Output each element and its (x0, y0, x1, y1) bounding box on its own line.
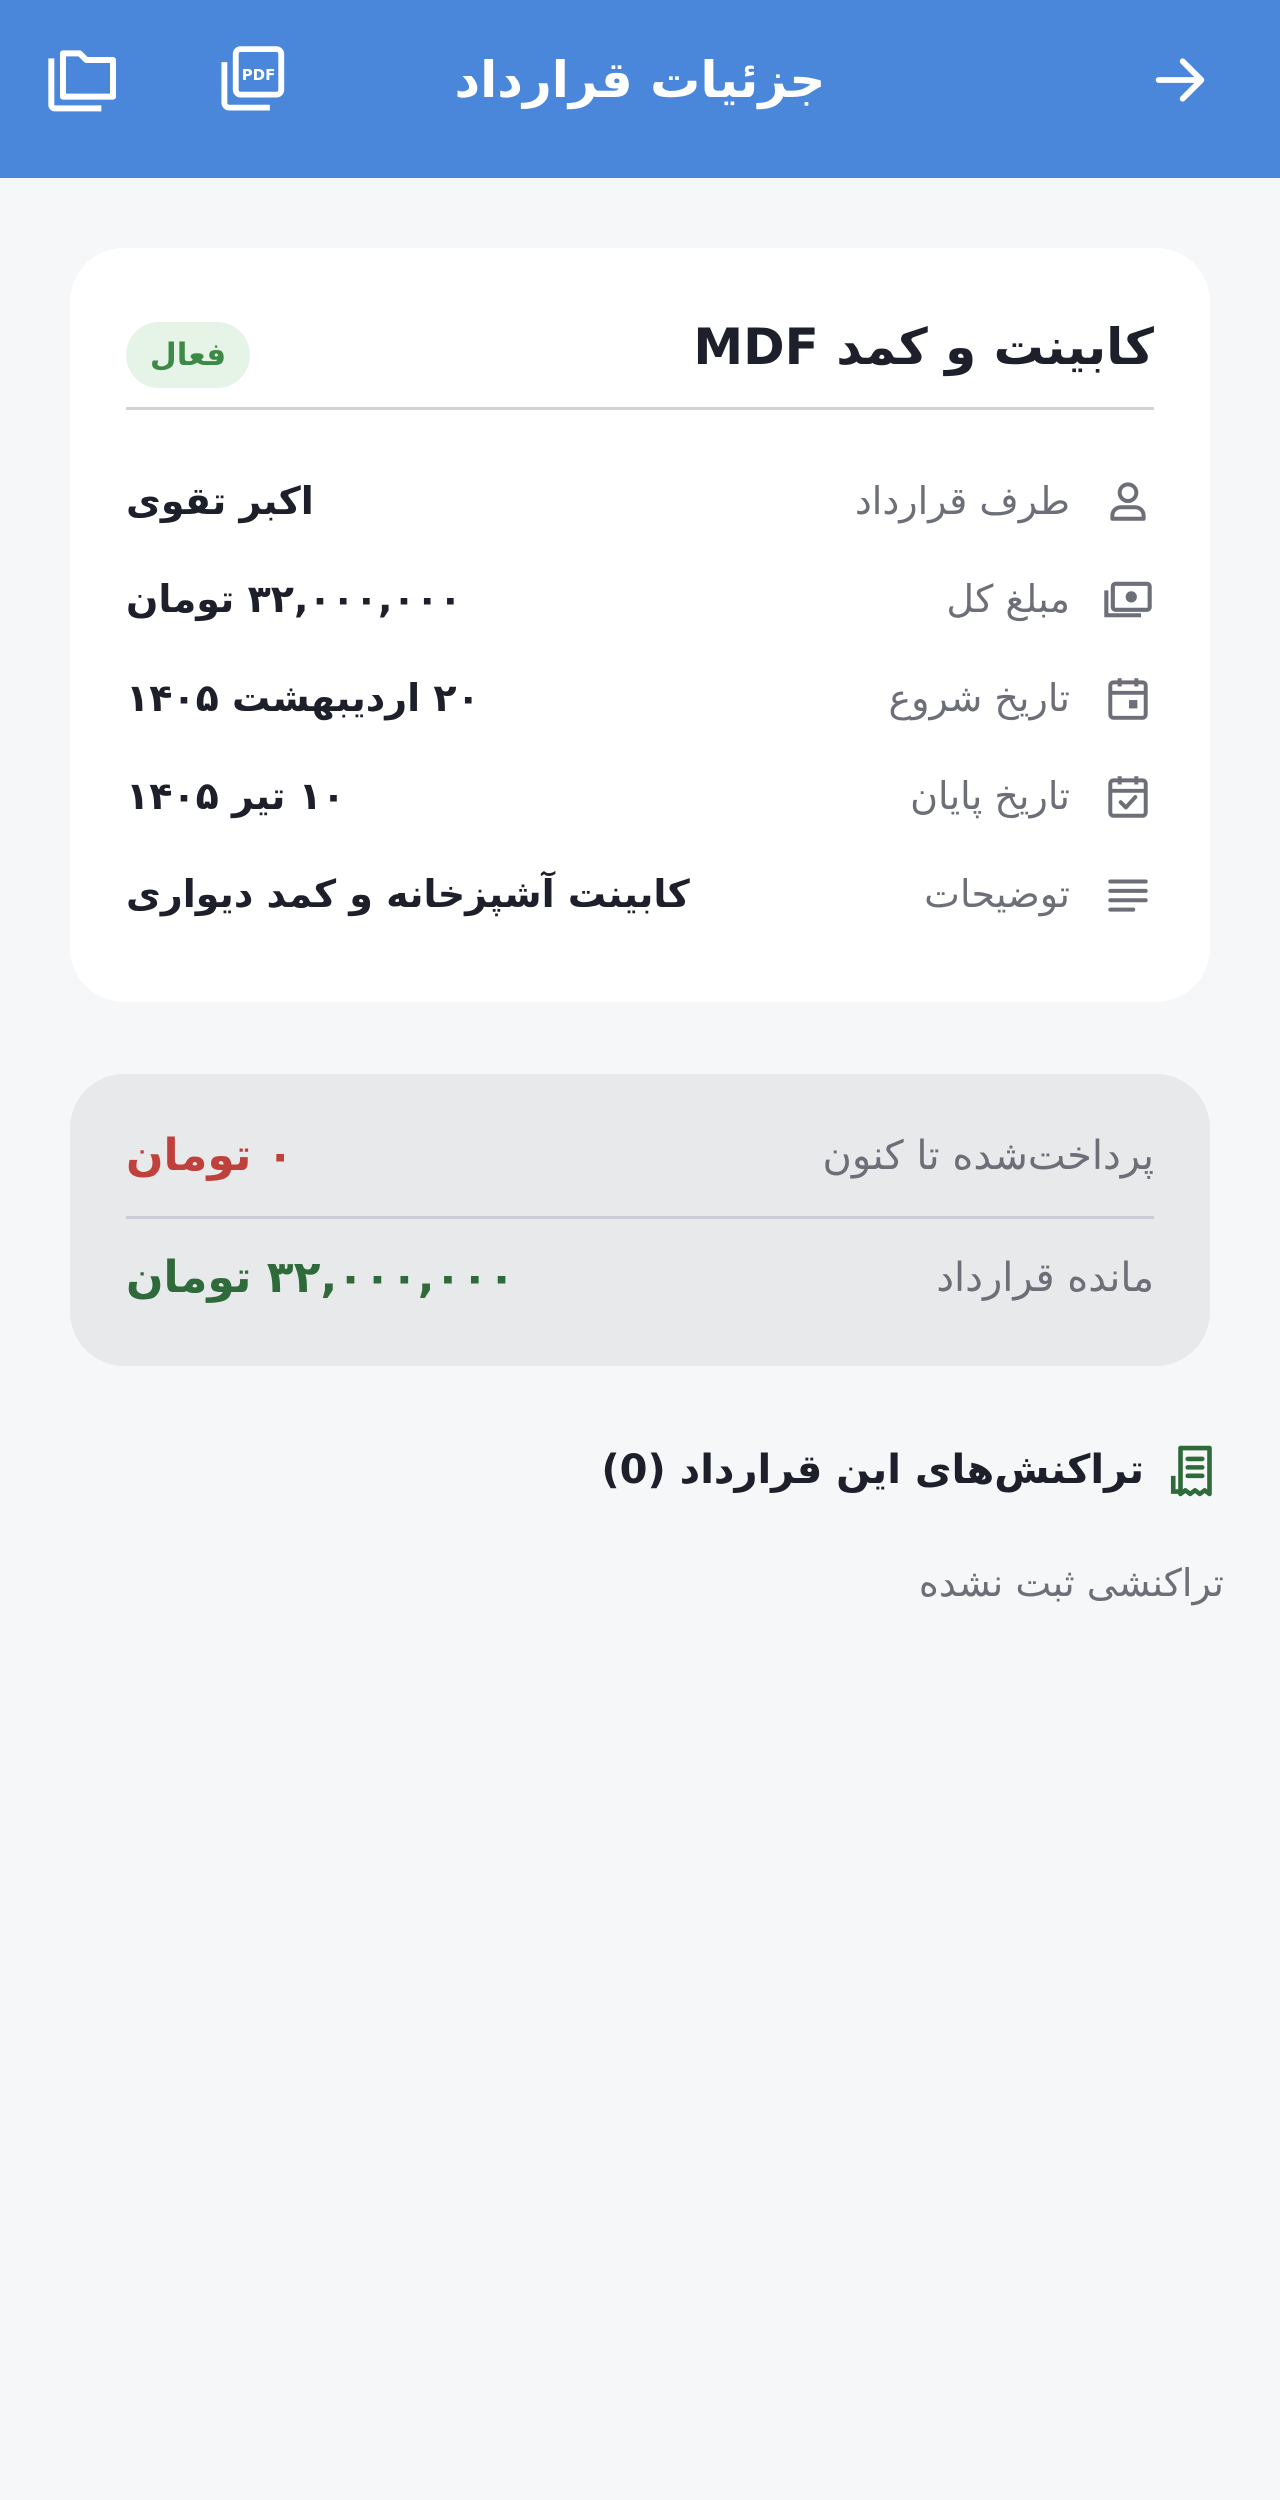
payment-summary-card: پرداخت‌شده تا کنون ۰ تومان مانده قرارداد… (70, 1074, 1210, 1366)
info-label: تاریخ پایان (910, 774, 1070, 818)
folder-icon (48, 50, 116, 112)
info-row-end-date: تاریخ پایان ۱۰ تیر ۱۴۰۵ (126, 756, 1154, 836)
remaining-value: ۳۲,۰۰۰,۰۰۰ تومان (126, 1252, 516, 1303)
info-row-amount: مبلغ کل ۳۲,۰۰۰,۰۰۰ تومان (126, 559, 1154, 639)
svg-text:PDF: PDF (242, 66, 276, 84)
notes-icon (1102, 868, 1154, 920)
divider (126, 1216, 1154, 1219)
pdf-icon: PDF (221, 46, 285, 111)
money-icon (1102, 573, 1154, 625)
info-value: ۱۰ تیر ۱۴۰۵ (126, 774, 346, 818)
calendar-check-icon (1102, 770, 1154, 822)
transactions-title: تراکنش‌های این قرارداد (0) (601, 1447, 1144, 1493)
info-value: کابینت آشپزخانه و کمد دیواری (126, 872, 690, 916)
info-row-description: توضیحات کابینت آشپزخانه و کمد دیواری (126, 854, 1154, 934)
info-label: توضیحات (924, 872, 1070, 916)
paid-row: پرداخت‌شده تا کنون ۰ تومان (126, 1106, 1154, 1206)
person-icon (1102, 475, 1154, 527)
calendar-icon (1102, 672, 1154, 724)
arrow-right-icon (1155, 58, 1205, 102)
status-badge: فعال (126, 322, 250, 388)
info-value: اکبر تقوی (126, 479, 314, 523)
info-label: مبلغ کل (946, 577, 1070, 621)
remaining-row: مانده قرارداد ۳۲,۰۰۰,۰۰۰ تومان (126, 1228, 1154, 1328)
contract-details-card: کابینت و کمد MDF فعال طرف قرارداد اکبر ت… (70, 248, 1210, 1002)
paid-value: ۰ تومان (126, 1130, 294, 1181)
info-label: تاریخ شروع (888, 676, 1070, 720)
info-row-party: طرف قرارداد اکبر تقوی (126, 461, 1154, 541)
empty-state-text: تراکنشی ثبت نشده (918, 1561, 1224, 1605)
contract-title: کابینت و کمد MDF (693, 318, 1154, 376)
info-row-start-date: تاریخ شروع ۲۰ اردیبهشت ۱۴۰۵ (126, 658, 1154, 738)
receipt-icon (1164, 1440, 1226, 1502)
folder-button[interactable] (28, 25, 138, 135)
info-value: ۳۲,۰۰۰,۰۰۰ تومان (126, 577, 462, 621)
info-value: ۲۰ اردیبهشت ۱۴۰۵ (126, 676, 480, 720)
info-label: طرف قرارداد (854, 479, 1070, 523)
export-pdf-button[interactable]: PDF (197, 25, 307, 135)
page-title: جزئیات قرارداد (454, 51, 826, 109)
back-button[interactable] (1125, 25, 1235, 135)
paid-label: پرداخت‌شده تا کنون (822, 1133, 1154, 1179)
remaining-label: مانده قرارداد (936, 1255, 1154, 1301)
transactions-header: تراکنش‌های این قرارداد (0) (526, 1430, 1226, 1510)
app-bar: جزئیات قرارداد PDF (0, 0, 1280, 178)
card-header: کابینت و کمد MDF فعال (126, 300, 1154, 410)
